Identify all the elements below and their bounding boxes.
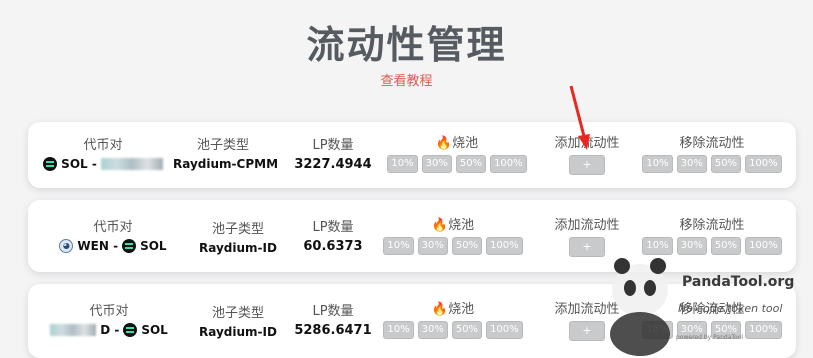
remove-liquidity-header: 移除流动性 (679, 218, 745, 233)
burn-100-button[interactable]: 100% (490, 155, 527, 173)
pool-type-value: Raydium-CPMM (173, 157, 279, 171)
wen-token-icon: ◕ (59, 239, 74, 253)
watermark-tagline: No-code token tool (678, 302, 783, 315)
pool-type-header: 池子类型 (211, 306, 264, 321)
burn-50-button[interactable]: 50% (451, 237, 483, 255)
burn-30-button[interactable]: 30% (417, 237, 448, 255)
add-liquidity-button[interactable]: + (569, 155, 605, 175)
pair-label-2: SOL (141, 323, 168, 337)
tutorial-link[interactable]: 查看教程 (0, 70, 813, 89)
token-pair: D - SOL (44, 323, 174, 337)
annotation-arrow-icon (569, 85, 590, 150)
remove-50-button[interactable]: 50% (710, 155, 742, 173)
sol-token-icon (43, 157, 58, 171)
lp-value: 3227.4944 (294, 157, 372, 172)
burn-10-button[interactable]: 10% (387, 155, 418, 173)
pair-header: 代币对 (93, 220, 133, 235)
pool-type-header: 池子类型 (211, 222, 264, 237)
token-pair: ◕ WEN - SOL (48, 239, 178, 253)
lp-header: LP数量 (312, 304, 354, 319)
burn-100-button[interactable]: 100% (486, 237, 523, 255)
pair-label: WEN - (77, 239, 119, 253)
watermark-small: powered by PandaTool (676, 334, 744, 341)
lp-value: 60.6373 (303, 239, 363, 254)
remove-liquidity-header: 移除流动性 (679, 136, 745, 151)
pool-type-value: Raydium-ID (199, 325, 277, 339)
redacted-token-icon (50, 324, 97, 336)
sol-token-icon (122, 239, 137, 253)
burn-30-button[interactable]: 30% (421, 155, 452, 173)
redacted-token-icon (100, 158, 163, 170)
watermark-brand: PandaTool.org (682, 274, 795, 290)
pool-type-header: 池子类型 (196, 138, 249, 153)
remove-10-button[interactable]: 10% (642, 155, 673, 173)
pool-type-value: Raydium-ID (199, 241, 277, 255)
burn-10-button[interactable]: 10% (383, 321, 414, 339)
pair-header: 代币对 (89, 304, 129, 319)
page-title: 流动性管理 (306, 23, 507, 67)
pool-card-1: 代币对 SOL - 池子类型 Raydium-CPMM LP数量 3227.49… (28, 122, 796, 188)
remove-100-button[interactable]: 100% (745, 155, 782, 173)
token-pair: SOL - (38, 157, 168, 171)
burn-header: 🔥烧池 (431, 218, 475, 233)
burn-header: 🔥烧池 (435, 136, 479, 151)
remove-30-button[interactable]: 30% (676, 155, 707, 173)
lp-header: LP数量 (312, 138, 354, 153)
burn-50-button[interactable]: 50% (451, 321, 483, 339)
burn-header: 🔥烧池 (431, 302, 475, 317)
pair-header: 代币对 (83, 138, 123, 153)
sol-token-icon (123, 323, 138, 337)
add-liquidity-header: 添加流动性 (554, 218, 620, 233)
burn-10-button[interactable]: 10% (383, 237, 414, 255)
lp-value: 5286.6471 (294, 323, 372, 338)
burn-100-button[interactable]: 100% (486, 321, 523, 339)
lp-header: LP数量 (312, 220, 354, 235)
burn-30-button[interactable]: 30% (417, 321, 448, 339)
pair-label: D - (100, 323, 120, 337)
burn-50-button[interactable]: 50% (455, 155, 487, 173)
pair-label-2: SOL (140, 239, 167, 253)
pair-label: SOL - (61, 157, 97, 171)
